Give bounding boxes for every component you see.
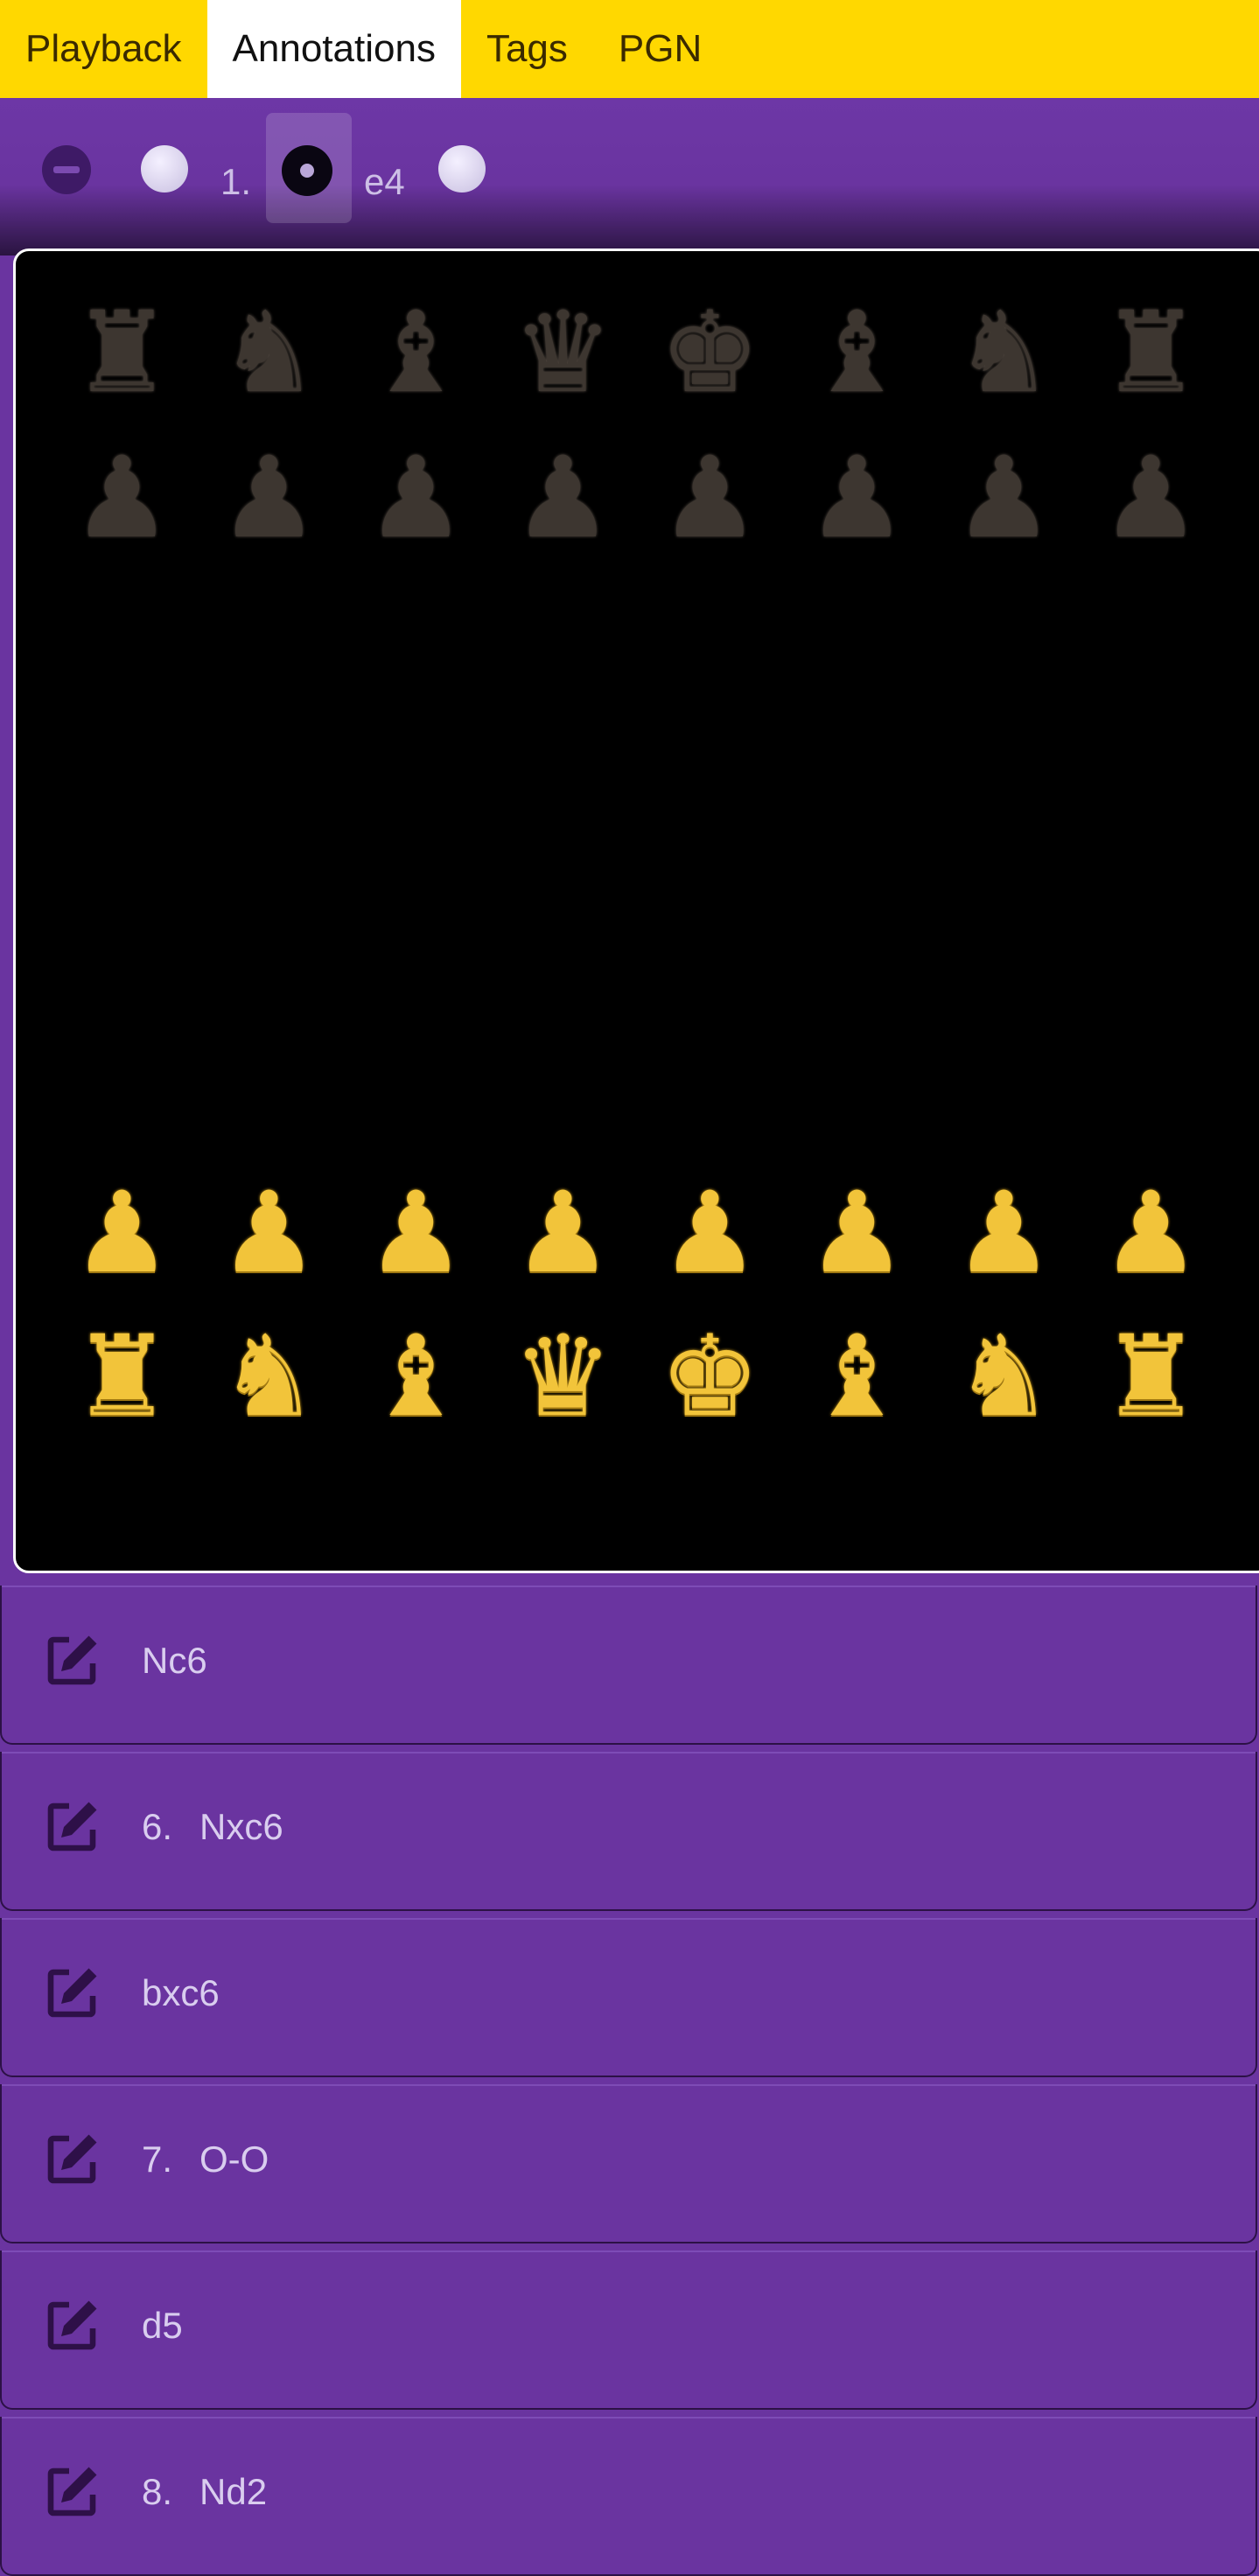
- white-pawn-icon[interactable]: ♟: [954, 1177, 1054, 1291]
- annotation-controls: 1. e4: [0, 98, 1259, 256]
- previous-position-dot-icon[interactable]: [141, 145, 188, 192]
- white-pawn-icon[interactable]: ♟: [660, 1177, 760, 1291]
- white-pawn-icon[interactable]: ♟: [513, 1177, 613, 1291]
- move-san: Nxc6: [199, 1806, 283, 1847]
- black-knight-icon[interactable]: ♞: [219, 297, 319, 410]
- move-san: bxc6: [142, 1972, 220, 2013]
- tab-tags[interactable]: Tags: [461, 0, 593, 98]
- move-row[interactable]: Nc6: [0, 1586, 1257, 1745]
- move-row[interactable]: 6. Nxc6: [0, 1752, 1257, 1911]
- move-san: O-O: [199, 2138, 269, 2180]
- black-rook-icon[interactable]: ♜: [72, 297, 172, 410]
- chess-board[interactable]: ♜ ♞ ♝ ♛ ♚ ♝ ♞ ♜ ♟ ♟ ♟ ♟ ♟ ♟ ♟ ♟ ♟ ♟ ♟ ♟ …: [13, 248, 1259, 1573]
- black-rook-icon[interactable]: ♜: [1101, 297, 1201, 410]
- edit-icon[interactable]: [40, 2294, 103, 2357]
- black-pawn-icon[interactable]: ♟: [1101, 442, 1201, 556]
- white-pawn-icon[interactable]: ♟: [366, 1177, 466, 1291]
- tab-pgn[interactable]: PGN: [593, 0, 727, 98]
- move-number: 6.: [142, 1806, 173, 1847]
- white-pawn-icon[interactable]: ♟: [219, 1177, 319, 1291]
- current-move-number: 1.: [220, 161, 252, 202]
- edit-icon[interactable]: [40, 2128, 103, 2191]
- edit-icon[interactable]: [40, 1796, 103, 1858]
- move-number: 7.: [142, 2138, 173, 2180]
- white-pawn-icon[interactable]: ♟: [1101, 1177, 1201, 1291]
- white-pawn-icon[interactable]: ♟: [72, 1177, 172, 1291]
- move-row[interactable]: d5: [0, 2250, 1257, 2410]
- remove-annotation-icon[interactable]: [42, 145, 91, 194]
- black-pawn-icon[interactable]: ♟: [954, 442, 1054, 556]
- selected-position-dot-icon[interactable]: [282, 145, 332, 196]
- white-rook-icon[interactable]: ♜: [72, 1320, 172, 1434]
- next-position-dot-icon[interactable]: [438, 145, 486, 192]
- white-queen-icon[interactable]: ♛: [513, 1320, 613, 1434]
- black-bishop-icon[interactable]: ♝: [366, 297, 466, 410]
- black-queen-icon[interactable]: ♛: [513, 297, 613, 410]
- black-bishop-icon[interactable]: ♝: [807, 297, 907, 410]
- white-king-icon[interactable]: ♚: [660, 1320, 760, 1434]
- black-pawn-icon[interactable]: ♟: [366, 442, 466, 556]
- tab-bar: Playback Annotations Tags PGN: [0, 0, 1259, 98]
- white-knight-icon[interactable]: ♞: [954, 1320, 1054, 1434]
- move-number: 8.: [142, 2471, 173, 2512]
- black-pawn-icon[interactable]: ♟: [219, 442, 319, 556]
- move-row[interactable]: 8. Nd2: [0, 2417, 1257, 2576]
- white-rook-icon[interactable]: ♜: [1101, 1320, 1201, 1434]
- black-pawn-icon[interactable]: ♟: [513, 442, 613, 556]
- white-bishop-icon[interactable]: ♝: [366, 1320, 466, 1434]
- tab-playback[interactable]: Playback: [0, 0, 207, 98]
- white-bishop-icon[interactable]: ♝: [807, 1320, 907, 1434]
- move-san: Nd2: [199, 2471, 268, 2512]
- white-pawn-icon[interactable]: ♟: [807, 1177, 907, 1291]
- black-pawn-icon[interactable]: ♟: [72, 442, 172, 556]
- edit-icon[interactable]: [40, 1962, 103, 2025]
- edit-icon[interactable]: [40, 2460, 103, 2524]
- black-knight-icon[interactable]: ♞: [954, 297, 1054, 410]
- tab-annotations[interactable]: Annotations: [206, 0, 461, 98]
- edit-icon[interactable]: [40, 1629, 103, 1692]
- current-move-san: e4: [364, 161, 405, 202]
- black-pawn-icon[interactable]: ♟: [807, 442, 907, 556]
- move-row[interactable]: bxc6: [0, 1918, 1257, 2077]
- white-knight-icon[interactable]: ♞: [219, 1320, 319, 1434]
- black-king-icon[interactable]: ♚: [660, 297, 760, 410]
- move-san: Nc6: [142, 1640, 207, 1681]
- move-row[interactable]: 7. O-O: [0, 2084, 1257, 2244]
- black-pawn-icon[interactable]: ♟: [660, 442, 760, 556]
- move-san: d5: [142, 2305, 183, 2346]
